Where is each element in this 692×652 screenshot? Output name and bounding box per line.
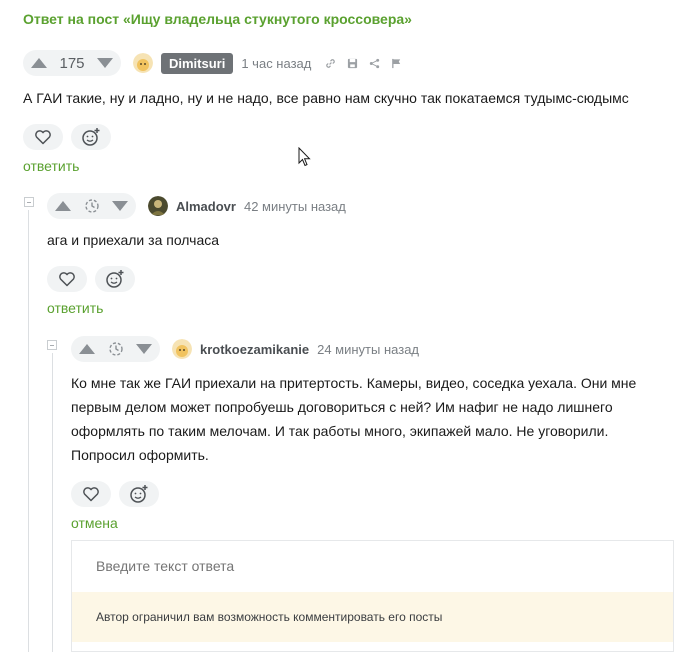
author-name[interactable]: krotkoezamikanie: [200, 342, 309, 357]
flag-icon[interactable]: [389, 56, 403, 70]
rating-hidden-icon: [84, 198, 100, 214]
reply-link[interactable]: ответить: [47, 300, 673, 316]
comment-text: Ко мне так же ГАИ приехали на притертост…: [71, 371, 673, 467]
reply-form: Автор ограничил вам возможность комменти…: [71, 540, 674, 652]
add-reaction-button[interactable]: [71, 124, 111, 150]
comment-text: ага и приехали за полчаса: [47, 232, 220, 248]
reply-input[interactable]: [72, 541, 673, 591]
restriction-notice: Автор ограничил вам возможность комменти…: [72, 592, 673, 642]
comment-time[interactable]: 24 минуты назад: [317, 342, 419, 357]
save-icon[interactable]: [345, 56, 359, 70]
thread-line-level-1: [28, 210, 29, 652]
add-reaction-button[interactable]: [119, 481, 159, 507]
comment: Almadovr 42 минуты назад ага и приехали …: [47, 193, 673, 316]
comment-time[interactable]: 1 час назад: [241, 56, 311, 71]
downvote-button[interactable]: [112, 201, 128, 211]
rating-value: 175: [59, 54, 85, 72]
comment-text-line: Попросил оформить.: [71, 447, 209, 463]
comment-actions: [71, 481, 673, 507]
mouse-cursor-icon: [298, 146, 312, 172]
emoji-add-icon: [82, 128, 100, 146]
comment-text-line: первым делом может попробуешь договорить…: [71, 399, 613, 415]
comment-time[interactable]: 42 минуты назад: [244, 199, 346, 214]
comment-text-line: оформлять по таким мелочам. И так работы…: [71, 423, 609, 439]
post-link[interactable]: Ответ на пост «Ищу владельца стукнутого …: [23, 11, 412, 27]
downvote-button[interactable]: [97, 58, 113, 68]
share-icon[interactable]: [367, 56, 381, 70]
upvote-button[interactable]: [79, 344, 95, 354]
rating-hidden-icon: [108, 341, 124, 357]
comment-text-line: Ко мне так же ГАИ приехали на притертост…: [71, 375, 637, 391]
comment-actions: [47, 266, 673, 292]
upvote-button[interactable]: [55, 201, 71, 211]
avatar[interactable]: [148, 196, 168, 216]
reply-link[interactable]: ответить: [23, 158, 673, 174]
author-badge[interactable]: Dimitsuri: [161, 52, 234, 74]
comment-header: 175 Dimitsuri 1 час назад: [23, 50, 673, 76]
comment: 175 Dimitsuri 1 час назад А ГАИ такие, н…: [23, 50, 673, 174]
like-button[interactable]: [23, 124, 63, 150]
heart-icon: [83, 487, 99, 502]
avatar[interactable]: [172, 339, 192, 359]
like-button[interactable]: [71, 481, 111, 507]
rating-control: [47, 193, 136, 219]
emoji-add-icon: [130, 485, 148, 503]
upvote-button[interactable]: [31, 58, 47, 68]
link-icon[interactable]: [323, 56, 337, 70]
collapse-thread-button[interactable]: [47, 340, 57, 350]
heart-icon: [35, 130, 51, 145]
cancel-reply-link[interactable]: отмена: [71, 515, 673, 531]
downvote-button[interactable]: [136, 344, 152, 354]
comment-header: Almadovr 42 минуты назад: [47, 193, 673, 219]
avatar[interactable]: [133, 53, 153, 73]
add-reaction-button[interactable]: [95, 266, 135, 292]
heart-icon: [59, 272, 75, 287]
collapse-thread-button[interactable]: [24, 197, 34, 207]
comment: krotkoezamikanie 24 минуты назад Ко мне …: [71, 336, 673, 531]
comment-header: krotkoezamikanie 24 минуты назад: [71, 336, 673, 362]
rating-control: 175: [23, 50, 121, 76]
thread-line-level-2: [52, 353, 53, 652]
comment-tools: [323, 56, 403, 70]
comment-text: А ГАИ такие, ну и ладно, ну и не надо, в…: [23, 90, 629, 106]
emoji-add-icon: [106, 270, 124, 288]
author-name[interactable]: Almadovr: [176, 199, 236, 214]
rating-control: [71, 336, 160, 362]
comment-actions: [23, 124, 673, 150]
like-button[interactable]: [47, 266, 87, 292]
